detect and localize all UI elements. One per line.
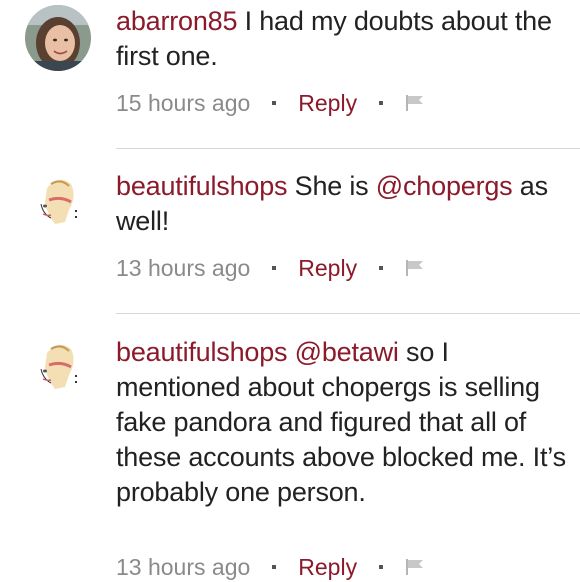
- comment-mention[interactable]: @chopergs: [376, 171, 513, 201]
- divider: [116, 313, 580, 314]
- flag-icon[interactable]: [405, 94, 425, 112]
- flag-icon[interactable]: [405, 558, 425, 576]
- comment-timestamp: 13 hours ago: [116, 254, 251, 281]
- comment-body: beautifulshops @betawi so I mentioned ab…: [116, 335, 566, 510]
- reply-button[interactable]: Reply: [298, 554, 357, 581]
- comment-body: beautifulshops She is @chopergs as well!: [116, 169, 566, 239]
- separator-dot: [379, 266, 384, 270]
- comment-username[interactable]: abarron85: [116, 6, 237, 36]
- woman-photo-avatar-icon: [25, 5, 91, 71]
- reply-button[interactable]: Reply: [298, 255, 357, 282]
- comment-meta: 15 hours ago Reply: [116, 88, 425, 118]
- sketch-girl-avatar-icon: [25, 170, 91, 236]
- comment-timestamp: 13 hours ago: [116, 553, 251, 580]
- reply-button[interactable]: Reply: [298, 90, 357, 117]
- separator-dot: [272, 101, 277, 105]
- avatar[interactable]: [25, 170, 91, 236]
- comment-body: abarron85 I had my doubts about the firs…: [116, 4, 566, 74]
- comment-text: She is: [287, 171, 376, 201]
- comment-timestamp: 15 hours ago: [116, 89, 251, 116]
- separator-dot: [379, 565, 384, 569]
- sketch-girl-avatar-icon: [25, 335, 91, 401]
- flag-icon[interactable]: [405, 259, 425, 277]
- separator-dot: [272, 266, 277, 270]
- comment-username[interactable]: beautifulshops: [116, 337, 288, 367]
- separator-dot: [272, 565, 277, 569]
- comment-mention[interactable]: @betawi: [295, 337, 399, 367]
- divider: [116, 148, 580, 149]
- avatar[interactable]: [25, 335, 91, 401]
- comment-username[interactable]: beautifulshops: [116, 171, 288, 201]
- separator-dot: [379, 101, 384, 105]
- comment-meta: 13 hours ago Reply: [116, 253, 425, 283]
- avatar[interactable]: [25, 5, 91, 71]
